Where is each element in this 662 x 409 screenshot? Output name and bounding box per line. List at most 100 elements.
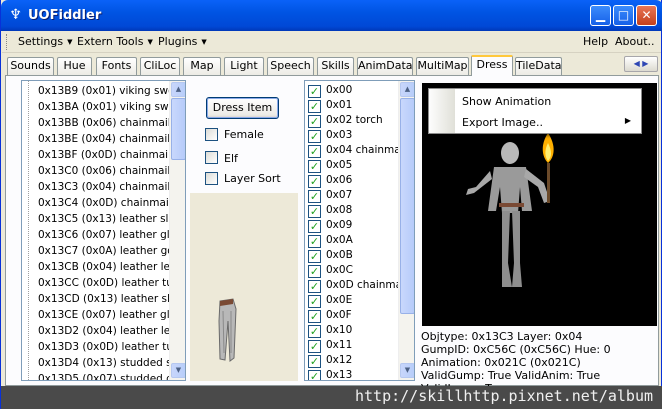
list-item[interactable]: 0x13C7 (0x0A) leather gorget	[38, 243, 174, 259]
layer-row[interactable]: ✓ 0x11	[308, 338, 400, 353]
tab-dress[interactable]: Dress	[471, 55, 513, 76]
minimize-button[interactable]: ▁	[590, 5, 611, 26]
list-item[interactable]: 0x13D4 (0x13) studded sleeves	[38, 355, 174, 371]
tab-multimap[interactable]: MultiMap	[416, 57, 469, 75]
tab-scroll-buttons[interactable]: ◀ ▶	[624, 56, 658, 72]
menu-help[interactable]: Help	[583, 35, 608, 48]
list-item[interactable]: 0x13C6 (0x07) leather gloves	[38, 227, 174, 243]
checkmark-icon[interactable]: ✓	[308, 100, 321, 113]
checkmark-icon[interactable]: ✓	[308, 175, 321, 188]
dress-item-button[interactable]: Dress Item	[206, 97, 279, 119]
checkmark-icon[interactable]: ✓	[308, 310, 321, 323]
layer-row[interactable]: ✓ 0x0C	[308, 263, 400, 278]
scroll-thumb[interactable]	[171, 98, 185, 160]
layer-list-scrollbar[interactable]: ▲ ▼	[398, 81, 414, 380]
layer-row[interactable]: ✓ 0x13	[308, 368, 400, 380]
tab-fonts[interactable]: Fonts	[96, 57, 137, 75]
list-item[interactable]: 0x13BB (0x06) chainmail coif	[38, 115, 174, 131]
menu-about[interactable]: About..	[615, 35, 655, 48]
list-item[interactable]: 0x13C3 (0x04) chainmail legs	[38, 179, 174, 195]
show-animation-menu-item[interactable]: Show Animation	[462, 95, 551, 108]
checkmark-icon[interactable]: ✓	[308, 115, 321, 128]
checkmark-icon[interactable]: ✓	[308, 145, 321, 158]
tab-speech[interactable]: Speech	[267, 57, 314, 75]
list-item[interactable]: 0x13CE (0x07) leather gloves	[38, 307, 174, 323]
layer-sort-checkbox[interactable]	[205, 172, 218, 185]
checkmark-icon[interactable]: ✓	[308, 340, 321, 353]
checkmark-icon[interactable]: ✓	[308, 280, 321, 293]
layer-row[interactable]: ✓ 0x05	[308, 158, 400, 173]
list-item[interactable]: 0x13D2 (0x04) leather leggings	[38, 323, 174, 339]
list-item[interactable]: 0x13C4 (0x0D) chainmail tunic	[38, 195, 174, 211]
list-item[interactable]: 0x13D3 (0x0D) leather tunic	[38, 339, 174, 355]
list-item[interactable]: 0x13D5 (0x07) studded gloves	[38, 371, 174, 380]
elf-checkbox[interactable]	[205, 151, 218, 164]
tab-skills[interactable]: Skills	[317, 57, 354, 75]
checkmark-icon[interactable]: ✓	[308, 220, 321, 233]
layer-row[interactable]: ✓ 0x02 torch	[308, 113, 400, 128]
list-item[interactable]: 0x13BE (0x04) chainmail legs	[38, 131, 174, 147]
tab-map[interactable]: Map	[183, 57, 221, 75]
item-tree-list[interactable]: 0x13B9 (0x01) viking sword 0x13BA (0x01) …	[21, 80, 186, 381]
list-item[interactable]: 0x13CD (0x13) leather sleeves	[38, 291, 174, 307]
scroll-down-button[interactable]: ▼	[171, 363, 185, 378]
menu-plugins[interactable]: Plugins ▼	[158, 35, 207, 48]
layer-row[interactable]: ✓ 0x08	[308, 203, 400, 218]
maximize-button[interactable]: □	[613, 5, 634, 26]
layer-row[interactable]: ✓ 0x06	[308, 173, 400, 188]
layer-row[interactable]: ✓ 0x0F	[308, 308, 400, 323]
layer-row[interactable]: ✓ 0x12	[308, 353, 400, 368]
layer-label: 0x12	[326, 354, 353, 366]
layer-row[interactable]: ✓ 0x01	[308, 98, 400, 113]
layer-row[interactable]: ✓ 0x0E	[308, 293, 400, 308]
list-item[interactable]: 0x13B9 (0x01) viking sword	[38, 83, 174, 99]
menu-settings-label: Settings	[18, 35, 64, 48]
list-item[interactable]: 0x13CC (0x0D) leather tunic	[38, 275, 174, 291]
list-item[interactable]: 0x13BA (0x01) viking sword	[38, 99, 174, 115]
layer-row[interactable]: ✓ 0x0D chainmail	[308, 278, 408, 293]
female-checkbox[interactable]	[205, 128, 218, 141]
checkmark-icon[interactable]: ✓	[308, 235, 321, 248]
scroll-down-button[interactable]: ▼	[400, 363, 414, 378]
item-list-scrollbar[interactable]: ▲ ▼	[169, 81, 185, 380]
checkmark-icon[interactable]: ✓	[308, 85, 321, 98]
tab-cliloc[interactable]: CliLoc	[140, 57, 180, 75]
checkmark-icon[interactable]: ✓	[308, 370, 321, 380]
tab-light[interactable]: Light	[224, 57, 264, 75]
list-item[interactable]: 0x13BF (0x0D) chainmail tunic	[38, 147, 174, 163]
checkmark-icon[interactable]: ✓	[308, 355, 321, 368]
close-button[interactable]: ✕	[636, 5, 657, 26]
scroll-thumb[interactable]	[400, 98, 414, 314]
checkmark-icon[interactable]: ✓	[308, 295, 321, 308]
layer-row[interactable]: ✓ 0x00	[308, 83, 400, 98]
checkmark-icon[interactable]: ✓	[308, 205, 321, 218]
layer-row[interactable]: ✓ 0x0B	[308, 248, 400, 263]
menu-extern-tools[interactable]: Extern Tools ▼	[77, 35, 153, 48]
tab-sounds[interactable]: Sounds	[7, 57, 54, 75]
scroll-up-button[interactable]: ▲	[171, 82, 185, 97]
checkmark-icon[interactable]: ✓	[308, 190, 321, 203]
layer-row[interactable]: ✓ 0x09	[308, 218, 400, 233]
checkmark-icon[interactable]: ✓	[308, 325, 321, 338]
list-item[interactable]: 0x13CB (0x04) leather leggings	[38, 259, 174, 275]
checkmark-icon[interactable]: ✓	[308, 130, 321, 143]
scroll-up-button[interactable]: ▲	[400, 82, 414, 97]
menu-settings[interactable]: Settings ▼	[18, 35, 73, 48]
layer-row[interactable]: ✓ 0x10	[308, 323, 400, 338]
toolbar-grip[interactable]	[6, 34, 9, 50]
list-item[interactable]: 0x13C5 (0x13) leather sleeves	[38, 211, 174, 227]
layer-checklist[interactable]: ✓ 0x00 ✓ 0x01 ✓ 0x02 torch ✓ 0x03 ✓ 0x04 chainmai…	[304, 80, 415, 381]
checkmark-icon[interactable]: ✓	[308, 265, 321, 278]
export-image-menu-item[interactable]: Export Image..	[462, 116, 543, 129]
tab-hue[interactable]: Hue	[57, 57, 92, 75]
tab-tiledata[interactable]: TileData	[515, 57, 562, 75]
checkmark-icon[interactable]: ✓	[308, 160, 321, 173]
title-bar[interactable]: ♆ UOFiddler ▁ □ ✕	[1, 0, 662, 31]
list-item[interactable]: 0x13C0 (0x06) chainmail coif	[38, 163, 174, 179]
tab-animdata[interactable]: AnimData	[357, 57, 413, 75]
layer-row[interactable]: ✓ 0x07	[308, 188, 400, 203]
layer-row[interactable]: ✓ 0x04 chainmail	[308, 143, 407, 158]
layer-row[interactable]: ✓ 0x03	[308, 128, 400, 143]
layer-row[interactable]: ✓ 0x0A	[308, 233, 400, 248]
checkmark-icon[interactable]: ✓	[308, 250, 321, 263]
